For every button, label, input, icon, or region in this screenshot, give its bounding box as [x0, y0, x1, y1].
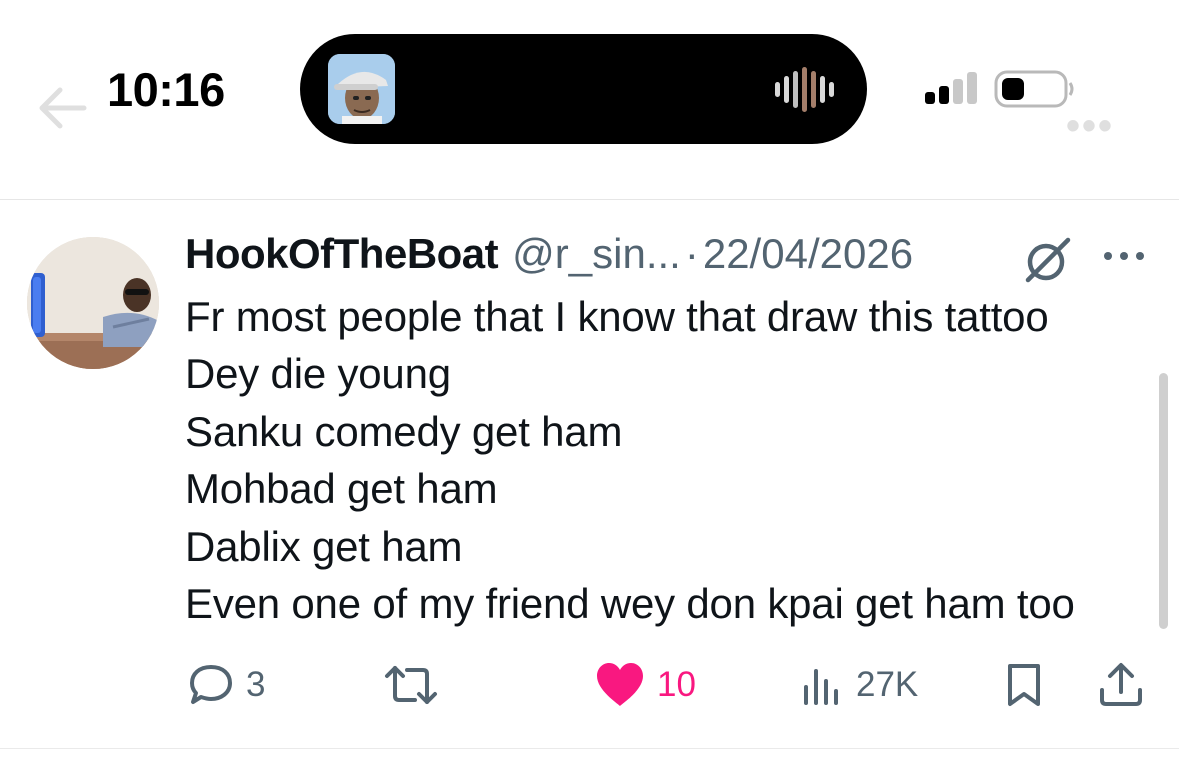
like-button[interactable]: 10 — [595, 661, 696, 709]
separator-dot: · — [684, 230, 699, 277]
heart-filled-icon — [597, 663, 643, 706]
scrollbar[interactable] — [1159, 373, 1168, 629]
avatar[interactable] — [27, 237, 159, 369]
reply-count: 3 — [246, 665, 266, 704]
island-app-avatar — [328, 54, 395, 124]
reply-button[interactable]: 3 — [188, 661, 265, 709]
status-time: 10:16 — [107, 63, 225, 116]
analytics-icon — [804, 669, 838, 705]
waveform-icon — [775, 67, 834, 112]
tweet-text-line: Dablix get ham — [185, 522, 463, 570]
tweet-text-line: Sanku comedy get ham — [185, 407, 623, 455]
display-name[interactable]: HookOfTheBoat — [185, 230, 499, 278]
tweet-text-line: Fr most people that I know that draw thi… — [185, 293, 1049, 340]
dynamic-island[interactable] — [300, 34, 867, 144]
cellular-signal-icon — [925, 72, 977, 104]
tweet-text-line: Even one of my friend wey don kpai get h… — [185, 580, 1075, 628]
tweet-actions: 3 10 27K — [0, 655, 1179, 715]
tweet-date[interactable]: 22/04/2026 — [703, 230, 913, 278]
views-count: 27K — [856, 665, 919, 704]
arrow-left-icon[interactable] — [36, 86, 88, 130]
like-count: 10 — [657, 665, 696, 704]
bottom-divider — [0, 748, 1179, 749]
more-horizontal-icon[interactable]: ••• — [1066, 104, 1114, 149]
more-horizontal-icon[interactable] — [1100, 244, 1148, 268]
user-handle[interactable]: @r_sin... — [512, 230, 681, 278]
views-button[interactable]: 27K — [800, 661, 918, 709]
share-button[interactable] — [1097, 661, 1145, 709]
repost-icon — [385, 666, 437, 704]
tweet-text-line: Dey die young — [185, 350, 451, 398]
grok-icon[interactable] — [1022, 234, 1074, 286]
reply-icon — [190, 665, 232, 704]
share-icon — [1100, 663, 1142, 706]
bookmark-button[interactable] — [1004, 661, 1044, 709]
tweet[interactable]: HookOfTheBoat @r_sin... · 22/04/2026 Fr … — [0, 200, 1179, 748]
tweet-header: HookOfTheBoat @r_sin... · 22/04/2026 — [185, 230, 913, 286]
tweet-text: Fr most people that I know that draw thi… — [185, 288, 1155, 632]
bookmark-icon — [1008, 664, 1040, 706]
tweet-text-line: Mohbad get ham — [185, 465, 498, 513]
battery-icon — [994, 70, 1074, 108]
repost-button[interactable] — [383, 661, 451, 709]
status-bar: 10:16 ••• — [0, 0, 1179, 170]
